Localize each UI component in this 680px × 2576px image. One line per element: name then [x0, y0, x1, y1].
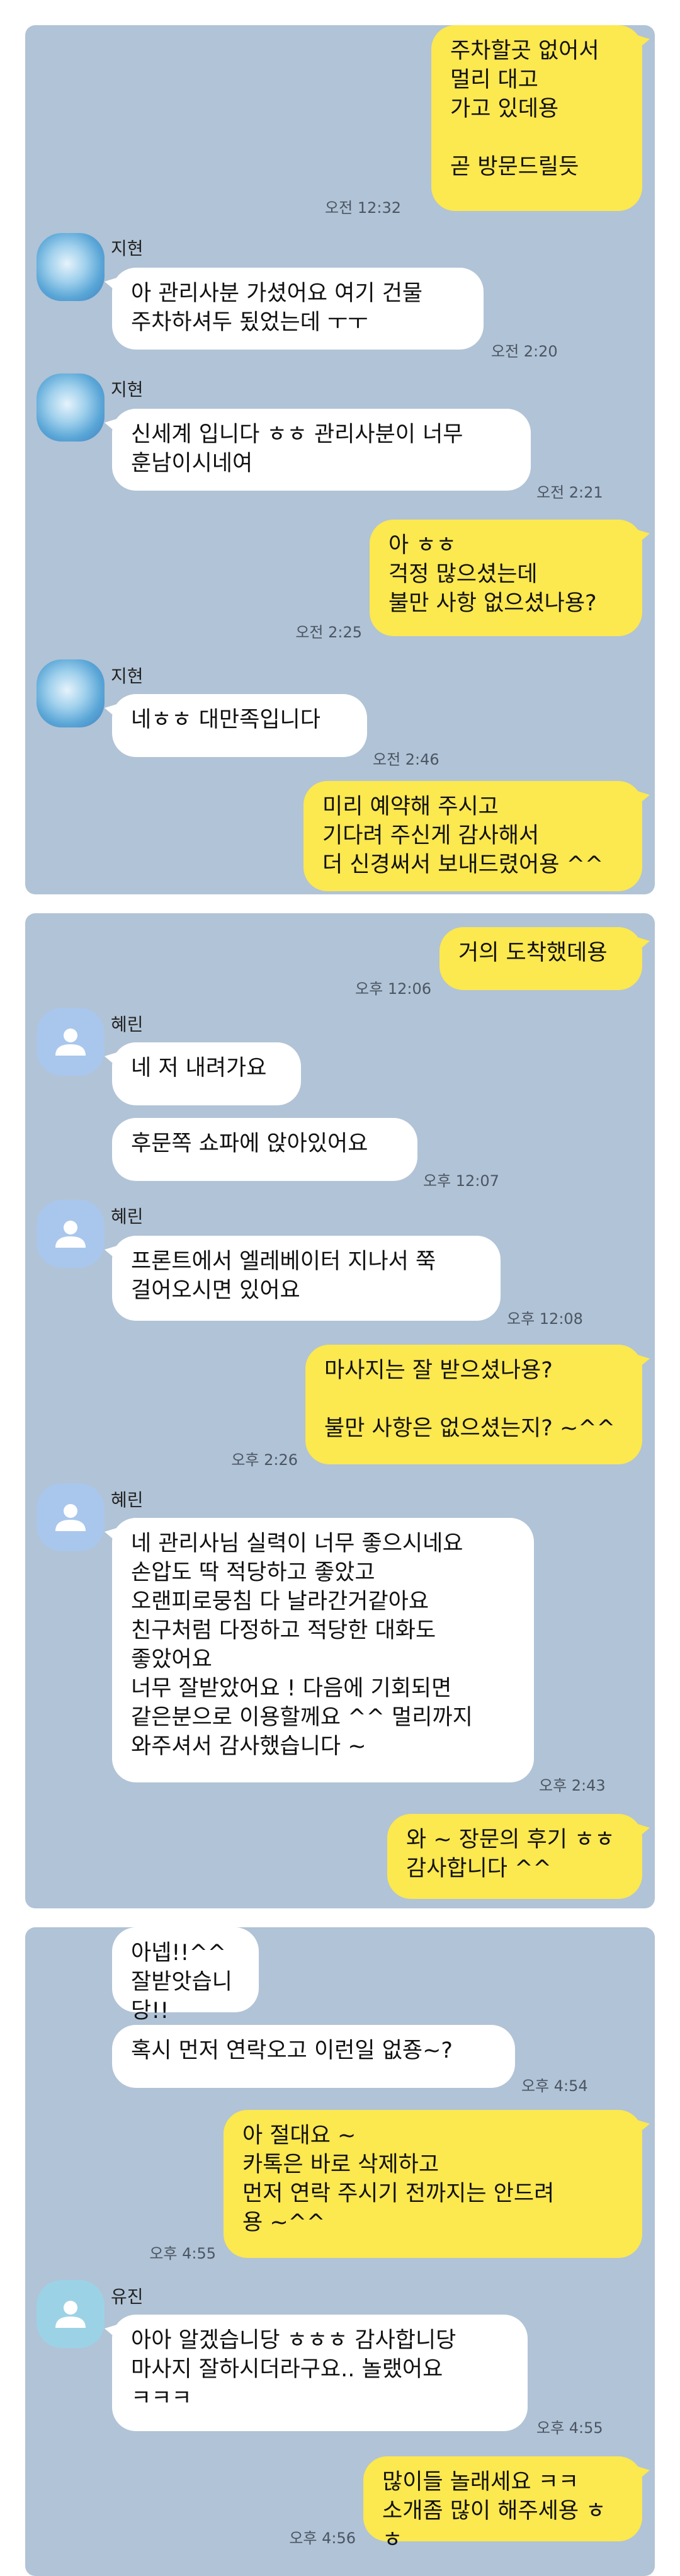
message-time: 오후 12:07 — [423, 1172, 499, 1190]
sender-name: 유진 — [111, 2286, 144, 2307]
sender-name: 혜린 — [111, 1490, 144, 1510]
avatar[interactable] — [37, 233, 105, 301]
message-time: 오후 12:08 — [507, 1310, 583, 1328]
message-time: 오후 2:43 — [539, 1777, 606, 1794]
my-message-bubble[interactable]: 아 ㅎㅎ 걱정 많으셨는데 불만 사항 없으셨나용? — [370, 520, 650, 636]
my-message-bubble[interactable]: 마사지는 잘 받으셨나용? 불만 사항은 없으셨는지? ~^^ — [305, 1345, 650, 1464]
sender-name: 지현 — [111, 238, 144, 259]
message-time: 오전 2:46 — [373, 751, 439, 768]
their-message-bubble[interactable]: 신세계 입니다 ㅎㅎ 관리사분이 너무 훈남이시네여 — [105, 409, 531, 491]
my-message-bubble[interactable]: 미리 예약해 주시고 기다려 주신게 감사해서 더 신경써서 보내드렸어용 ^^ — [303, 781, 650, 891]
sender-name: 지현 — [111, 666, 144, 687]
message-time: 오전 2:25 — [295, 624, 362, 641]
their-message-bubble[interactable]: 아아 알겠습니당 ㅎㅎㅎ 감사합니당 마사지 잘하시더라구요.. 놀랬어요 ㅋㅋ… — [105, 2315, 528, 2431]
message-time: 오전 2:20 — [491, 343, 558, 360]
message-time: 오후 4:56 — [289, 2529, 356, 2547]
default-profile-icon — [55, 1504, 86, 1531]
default-profile-icon — [55, 1221, 86, 1248]
chat-screenshot-1: 주차할곳 없어서 멀리 대고 가고 있데용 곧 방문드릴듯 오전 12:32 지… — [25, 25, 655, 894]
message-time: 오후 4:55 — [536, 2419, 603, 2437]
their-message-bubble[interactable]: 네ㅎㅎ 대만족입니다 — [105, 694, 367, 757]
their-message-bubble[interactable]: 네 저 내려가요 — [105, 1042, 301, 1105]
avatar[interactable] — [37, 2280, 105, 2348]
their-message-bubble[interactable]: 네 관리사님 실력이 너무 좋으시네요 손압도 딱 적당하고 좋았고 오랜피로뭉… — [105, 1518, 534, 1782]
message-time: 오전 12:32 — [325, 199, 401, 217]
chat-screenshot-2: 거의 도착했데용 오후 12:06 혜린 네 저 내려가요 후문쪽 쇼파에 앉아… — [25, 913, 655, 1908]
avatar[interactable] — [37, 659, 105, 727]
sender-name: 혜린 — [111, 1014, 144, 1035]
my-message-bubble[interactable]: 아 절대요 ~ 카톡은 바로 삭제하고 먼저 연락 주시기 전까지는 안드려 용… — [224, 2110, 650, 2258]
avatar[interactable] — [37, 1483, 105, 1551]
their-message-bubble[interactable]: 아 관리사분 가셨어요 여기 건물 주차하셔두 됬었는데 ㅜㅜ — [105, 268, 484, 350]
my-message-bubble[interactable]: 와 ~ 장문의 후기 ㅎㅎ 감사합니다 ^^ — [387, 1814, 650, 1899]
their-message-bubble[interactable]: 후문쪽 쇼파에 앉아있어요 — [112, 1118, 417, 1181]
message-time: 오후 2:26 — [231, 1451, 298, 1469]
my-message-bubble[interactable]: 주차할곳 없어서 멀리 대고 가고 있데용 곧 방문드릴듯 — [431, 25, 650, 211]
my-message-bubble[interactable]: 거의 도착했데용 — [439, 927, 650, 990]
my-message-bubble[interactable]: 많이들 놀래세요 ㅋㅋ 소개좀 많이 해주세용 ㅎㅎ — [363, 2456, 650, 2553]
their-message-bubble[interactable]: 혹시 먼저 연락오고 이런일 없죵~? — [112, 2025, 515, 2088]
default-profile-icon — [55, 2301, 86, 2328]
message-time: 오전 2:21 — [536, 484, 603, 501]
their-message-bubble[interactable]: 프론트에서 엘레베이터 지나서 쭉 걸어오시면 있어요 — [105, 1236, 501, 1321]
default-profile-icon — [55, 1029, 86, 1056]
sender-name: 혜린 — [111, 1206, 144, 1227]
avatar[interactable] — [37, 1200, 105, 1268]
chat-screenshot-3: 아넵!!^^ 잘받앗습니당!! 혹시 먼저 연락오고 이런일 없죵~? 오후 4… — [25, 1927, 655, 2576]
message-time: 오후 4:54 — [521, 2077, 588, 2095]
avatar[interactable] — [37, 373, 105, 442]
avatar[interactable] — [37, 1008, 105, 1076]
message-time: 오후 12:06 — [355, 980, 431, 998]
message-time: 오후 4:55 — [149, 2245, 216, 2262]
their-message-bubble[interactable]: 아넵!!^^ 잘받앗습니당!! — [112, 1927, 259, 2024]
sender-name: 지현 — [111, 379, 144, 400]
